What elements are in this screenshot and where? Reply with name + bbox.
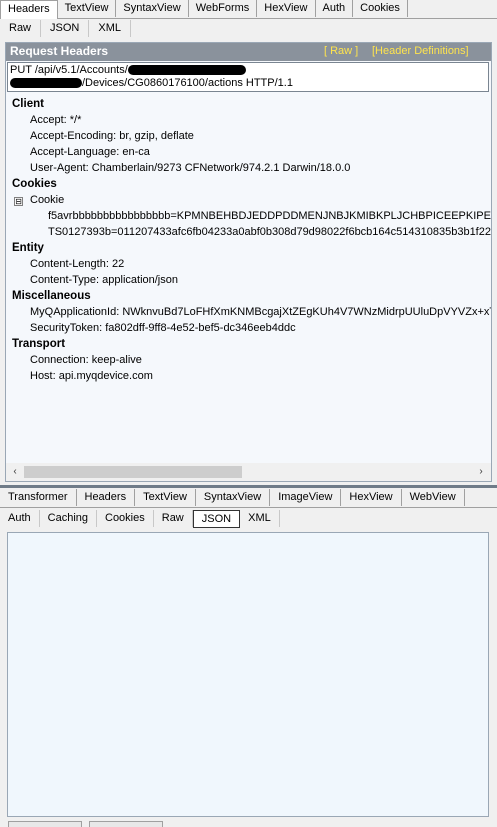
tab-webview[interactable]: WebView xyxy=(402,489,465,506)
tab-response-headers[interactable]: Headers xyxy=(77,489,136,506)
tab-response-xml[interactable]: XML xyxy=(240,510,280,527)
response-json-pane[interactable] xyxy=(7,532,489,817)
scroll-right-icon[interactable]: › xyxy=(475,465,487,479)
header-connection[interactable]: Connection: keep-alive xyxy=(30,354,142,366)
tab-cookies[interactable]: Cookies xyxy=(353,0,408,17)
redacted-account-id-continued xyxy=(10,78,82,89)
request-subtab-strip: Raw JSON XML xyxy=(0,20,131,38)
cookie-value-f5avr[interactable]: f5avrbbbbbbbbbbbbbbbb=KPMNBEHBDJEDDPDDME… xyxy=(48,210,491,222)
header-host[interactable]: Host: api.myqdevice.com xyxy=(30,370,153,382)
subtab-raw[interactable]: Raw xyxy=(0,20,42,37)
tab-auth[interactable]: Auth xyxy=(316,0,354,17)
collapse-icon[interactable]: ⊟ xyxy=(14,197,23,206)
subtab-json[interactable]: JSON xyxy=(41,20,90,37)
tab-response-cookies[interactable]: Cookies xyxy=(97,510,154,527)
tab-response-syntaxview[interactable]: SyntaxView xyxy=(196,489,271,506)
header-security-token[interactable]: SecurityToken: fa802dff-9ff8-4e52-bef5-d… xyxy=(30,322,296,334)
tab-hexview[interactable]: HexView xyxy=(257,0,316,17)
header-content-type[interactable]: Content-Type: application/json xyxy=(30,274,178,286)
bottom-button-2[interactable] xyxy=(89,821,163,827)
tab-response-json[interactable]: JSON xyxy=(192,510,241,528)
tab-response-raw[interactable]: Raw xyxy=(154,510,193,527)
horizontal-scrollbar[interactable]: ‹ › xyxy=(6,463,491,481)
header-cookie[interactable]: Cookie xyxy=(30,194,64,206)
tab-syntaxview[interactable]: SyntaxView xyxy=(116,0,189,17)
group-client[interactable]: Client xyxy=(12,98,44,110)
redacted-account-id xyxy=(127,65,246,76)
header-accept-encoding[interactable]: Accept-Encoding: br, gzip, deflate xyxy=(30,130,194,142)
request-headers-title-bar: Request Headers [ Raw ] [Header Definiti… xyxy=(6,43,491,61)
tab-transformer[interactable]: Transformer xyxy=(0,489,77,506)
request-line-part-2: /Devices/CG0860176100/actions HTTP/1.1 xyxy=(82,77,293,89)
response-subtab-strip: Auth Caching Cookies Raw JSON XML xyxy=(0,510,280,528)
subtab-xml[interactable]: XML xyxy=(89,20,131,37)
cookie-value-ts[interactable]: TS0127393b=011207433afc6fb04233a0abf0b30… xyxy=(48,226,491,238)
group-entity[interactable]: Entity xyxy=(12,242,44,254)
tab-response-hexview[interactable]: HexView xyxy=(341,489,402,506)
bottom-button-1[interactable] xyxy=(8,821,82,827)
headers-tree: Client Accept: */* Accept-Encoding: br, … xyxy=(6,95,491,465)
raw-link[interactable]: [ Raw ] xyxy=(324,45,358,57)
header-accept-language[interactable]: Accept-Language: en-ca xyxy=(30,146,150,158)
tab-webforms[interactable]: WebForms xyxy=(189,0,258,17)
group-transport[interactable]: Transport xyxy=(12,338,65,350)
request-line[interactable]: PUT /api/v5.1/Accounts/ /Devices/CG08601… xyxy=(7,62,489,92)
group-miscellaneous[interactable]: Miscellaneous xyxy=(12,290,91,302)
header-myq-application-id[interactable]: MyQApplicationId: NWknvuBd7LoFHfXmKNMBcg… xyxy=(30,306,491,318)
tab-caching[interactable]: Caching xyxy=(40,510,97,527)
tab-response-textview[interactable]: TextView xyxy=(135,489,196,506)
request-headers-title: Request Headers xyxy=(10,44,109,58)
request-headers-pane: Request Headers [ Raw ] [Header Definiti… xyxy=(5,42,492,482)
scrollbar-thumb[interactable] xyxy=(24,466,242,478)
header-content-length[interactable]: Content-Length: 22 xyxy=(30,258,124,270)
response-tab-strip: Transformer Headers TextView SyntaxView … xyxy=(0,489,497,508)
request-line-part-1: PUT /api/v5.1/Accounts/ xyxy=(10,64,128,76)
header-accept[interactable]: Accept: */* xyxy=(30,114,81,126)
header-definitions-link[interactable]: [Header Definitions] xyxy=(372,45,469,57)
request-tab-strip: Headers TextView SyntaxView WebForms Hex… xyxy=(0,0,497,19)
tab-imageview[interactable]: ImageView xyxy=(270,489,342,506)
scroll-left-icon[interactable]: ‹ xyxy=(9,465,21,479)
tab-headers[interactable]: Headers xyxy=(0,0,58,19)
pane-splitter[interactable] xyxy=(0,485,497,488)
tab-textview[interactable]: TextView xyxy=(58,0,117,17)
tab-response-auth[interactable]: Auth xyxy=(0,510,40,527)
header-user-agent[interactable]: User-Agent: Chamberlain/9273 CFNetwork/9… xyxy=(30,162,350,174)
group-cookies[interactable]: Cookies xyxy=(12,178,57,190)
